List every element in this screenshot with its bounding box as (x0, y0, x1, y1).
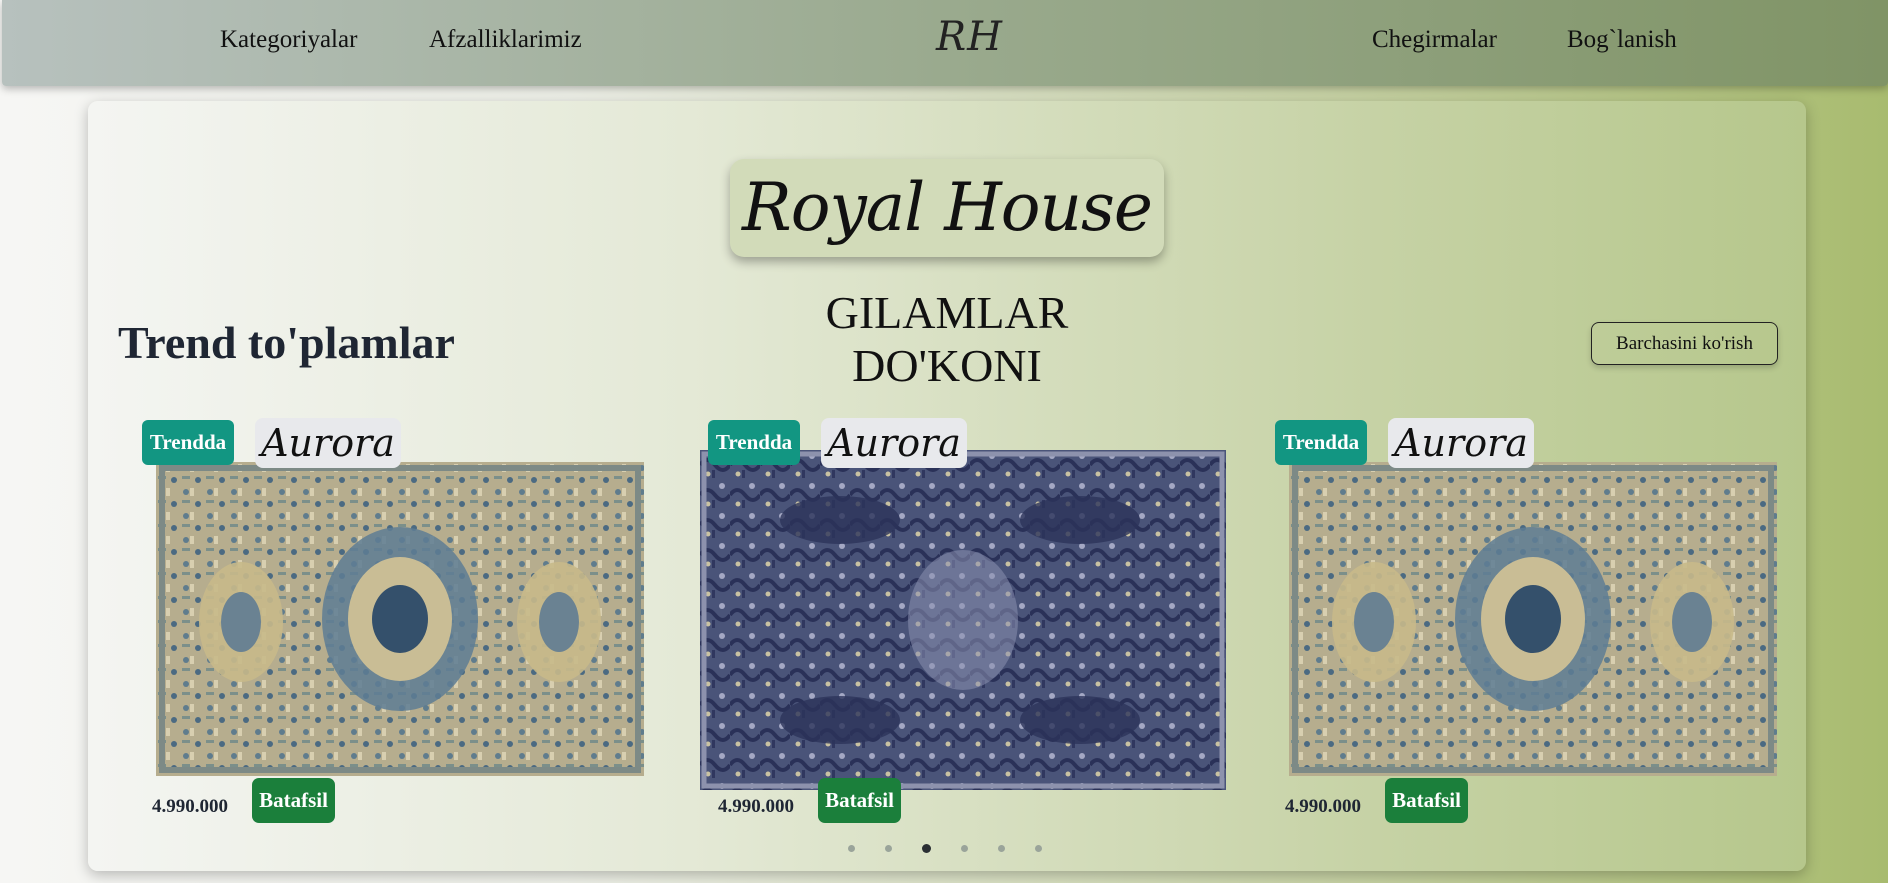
section-title: Trend to'plamlar (118, 317, 455, 368)
product-name: Aurora (255, 418, 401, 468)
nav-logo[interactable]: RH (936, 14, 1003, 60)
carousel-dot[interactable] (1035, 845, 1042, 852)
rug-image[interactable] (156, 462, 644, 776)
nav-link-kategoriyalar[interactable]: Kategoriyalar (220, 26, 357, 54)
carousel-dot[interactable] (885, 845, 892, 852)
carousel-dot[interactable] (961, 845, 968, 852)
nav-link-chegirmalar[interactable]: Chegirmalar (1372, 26, 1497, 54)
hero-subtitle: GILAMLAR DO'KONI (825, 287, 1069, 391)
trending-badge: Trendda (1275, 420, 1367, 465)
carousel-dot-active[interactable] (922, 844, 931, 853)
details-button[interactable]: Batafsil (252, 778, 335, 823)
product-price: 4.990.000 (152, 796, 228, 817)
product-name: Aurora (1388, 418, 1534, 468)
carousel-dot[interactable] (998, 845, 1005, 852)
product-price: 4.990.000 (1285, 796, 1361, 817)
product-card[interactable]: Trendda Aurora 4.990.000 Batafsil (1275, 418, 1795, 825)
product-card[interactable]: Trendda Aurora 4.990.000 Batafsil (142, 418, 662, 825)
details-button[interactable]: Batafsil (1385, 778, 1468, 823)
nav-link-boglanish[interactable]: Bog`lanish (1567, 26, 1677, 54)
rug-image[interactable] (1289, 462, 1777, 776)
trending-badge: Trendda (708, 420, 800, 465)
carousel-dot[interactable] (848, 845, 855, 852)
nav-link-afzalliklarimiz[interactable]: Afzalliklarimiz (429, 26, 582, 54)
carousel-dots (848, 844, 1042, 853)
rug-image[interactable] (700, 450, 1226, 790)
see-all-button[interactable]: Barchasini ko'rish (1591, 322, 1778, 365)
details-button[interactable]: Batafsil (818, 778, 901, 823)
product-card[interactable]: Trendda Aurora 4.990.000 Batafsil (700, 418, 1228, 825)
product-name: Aurora (821, 418, 967, 468)
brand-name: Royal House (742, 169, 1153, 246)
product-price: 4.990.000 (718, 796, 794, 817)
top-navbar: Kategoriyalar Afzalliklarimiz RH Chegirm… (2, 0, 1888, 86)
brand-box: Royal House (730, 159, 1164, 257)
trending-badge: Trendda (142, 420, 234, 465)
